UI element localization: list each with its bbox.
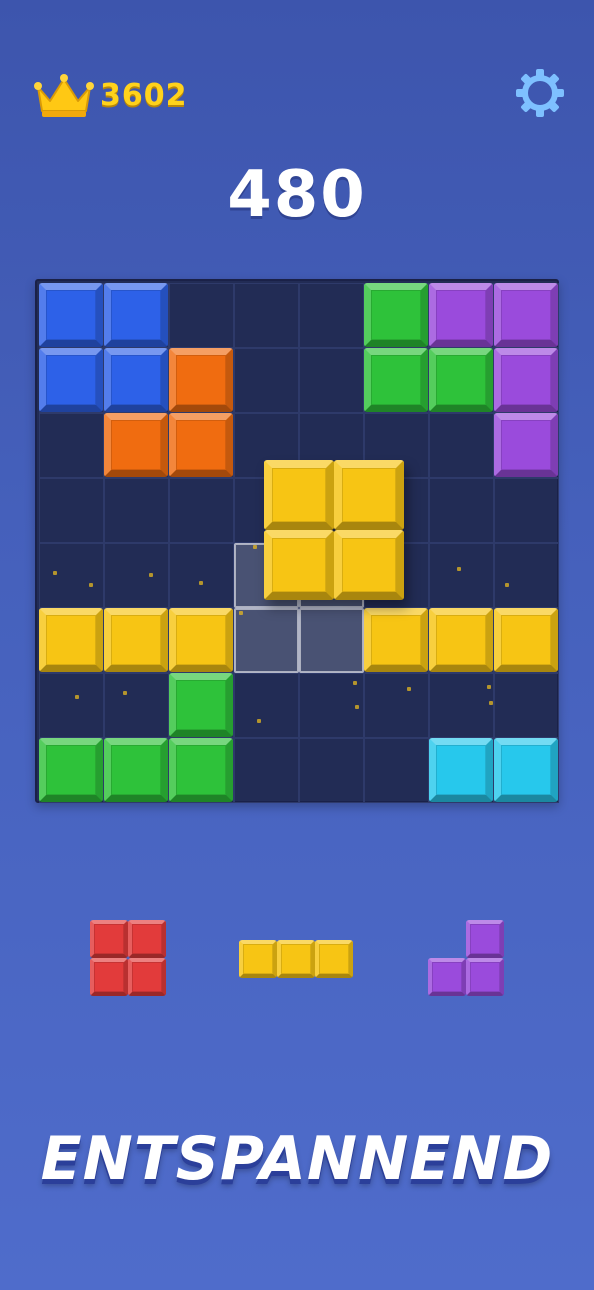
board-cell[interactable] [429,413,494,478]
placement-preview-cell [299,608,364,673]
tray-block [277,940,315,978]
block-orange [104,413,168,477]
board-cell[interactable] [104,478,169,543]
block-green [39,738,103,802]
board-cell[interactable] [169,283,234,348]
settings-button[interactable] [514,67,566,119]
tray-block [466,920,504,958]
sparkle [407,687,411,691]
board-cell[interactable] [234,673,299,738]
sparkle [257,719,261,723]
board-cell[interactable] [39,413,104,478]
sparkle [457,567,461,571]
sparkle [355,705,359,709]
block-yellow [364,608,428,672]
tray-block [128,958,166,996]
sparkle [505,583,509,587]
board-cell[interactable] [494,673,559,738]
block-green [104,738,168,802]
board-cell[interactable] [494,478,559,543]
sparkle [149,573,153,577]
tray-block [128,920,166,958]
block-green [364,348,428,412]
tray-block [466,958,504,996]
board-cell[interactable] [364,738,429,803]
best-score-value: 3602 [100,77,188,113]
block-blue [39,348,103,412]
board-grid [39,283,559,803]
block-green [169,738,233,802]
dragging-block [334,530,404,600]
block-yellow [104,608,168,672]
tray-block [315,940,353,978]
board-cell[interactable] [299,738,364,803]
sparkle [53,571,57,575]
block-cyan [429,738,493,802]
block-yellow [429,608,493,672]
dragging-block [264,460,334,530]
crown-icon [34,74,94,117]
current-score: 480 [227,158,367,232]
block-green [169,673,233,737]
board-cell[interactable] [429,478,494,543]
sparkle [487,685,491,689]
tray-block [90,920,128,958]
board-cell[interactable] [234,738,299,803]
tray-block [239,940,277,978]
tray-block [428,958,466,996]
sparkle [489,701,493,705]
banner-text: ENTSPANNEND [40,1124,554,1194]
game-board[interactable] [35,279,559,803]
block-purple [494,283,558,347]
gear-icon [516,69,564,117]
sparkle [353,681,357,685]
block-purple [494,348,558,412]
board-cell[interactable] [39,478,104,543]
dragging-block [264,530,334,600]
best-score-display: 3602 [32,70,188,120]
sparkle [199,581,203,585]
tray-block [90,958,128,996]
block-purple [429,283,493,347]
block-blue [39,283,103,347]
board-cell[interactable] [39,673,104,738]
sparkle [239,611,243,615]
board-cell[interactable] [299,283,364,348]
board-cell[interactable] [104,673,169,738]
block-green [429,348,493,412]
board-cell[interactable] [234,348,299,413]
board-cell[interactable] [169,543,234,608]
block-purple [494,413,558,477]
board-cell[interactable] [299,348,364,413]
sparkle [253,545,257,549]
block-green [364,283,428,347]
sparkle [123,691,127,695]
sparkle [89,583,93,587]
block-yellow [169,608,233,672]
board-cell[interactable] [429,673,494,738]
block-blue [104,283,168,347]
board-cell[interactable] [429,543,494,608]
block-cyan [494,738,558,802]
board-cell[interactable] [39,543,104,608]
board-cell[interactable] [494,543,559,608]
block-blue [104,348,168,412]
block-orange [169,413,233,477]
sparkle [75,695,79,699]
board-cell[interactable] [169,478,234,543]
board-cell[interactable] [364,673,429,738]
placement-preview-cell [234,608,299,673]
board-cell[interactable] [234,283,299,348]
block-yellow [494,608,558,672]
block-yellow [39,608,103,672]
board-cell[interactable] [104,543,169,608]
dragging-block [334,460,404,530]
block-orange [169,348,233,412]
